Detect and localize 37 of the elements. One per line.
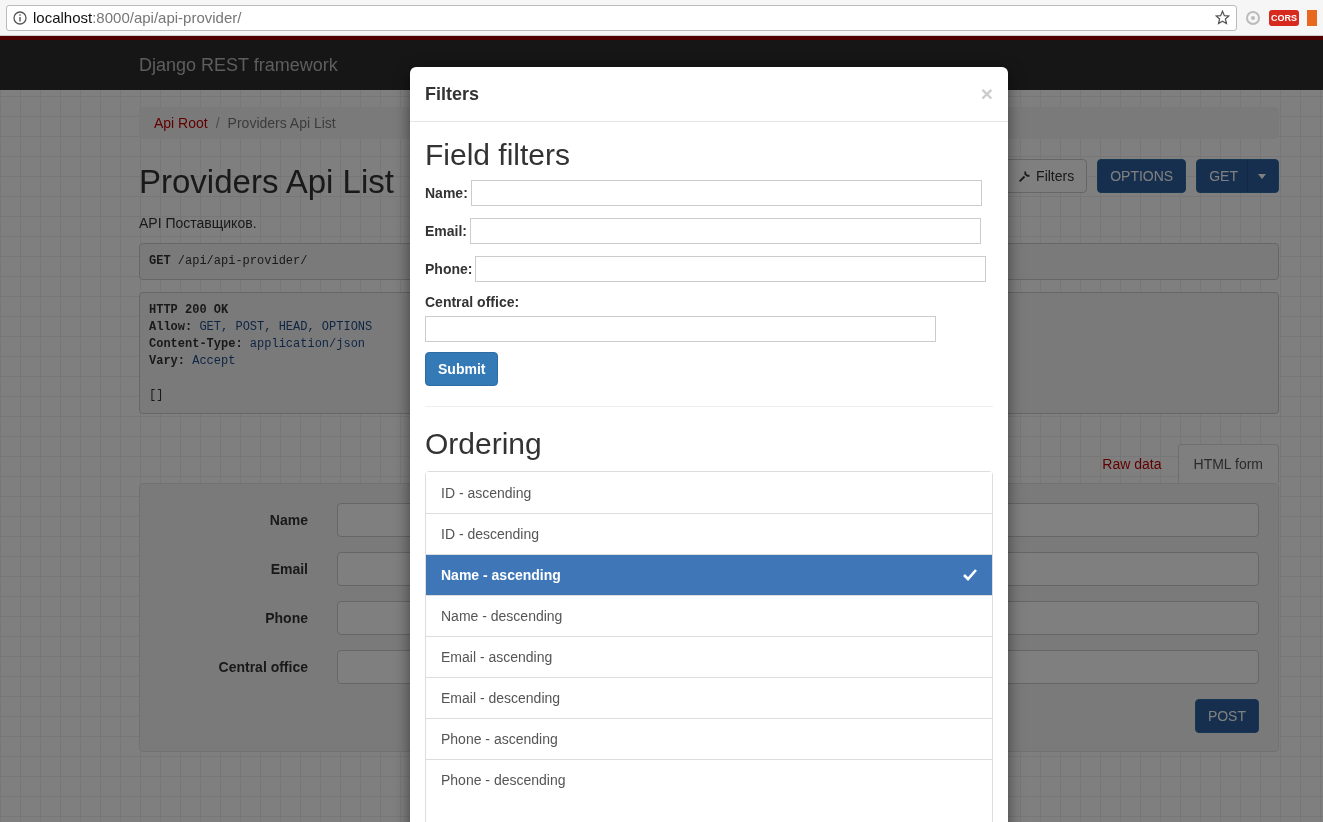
brand-title[interactable]: Django REST framework [139,54,338,76]
section-heading: Ordering [425,426,543,462]
wrench-icon [1018,169,1032,183]
field-label: Phone [264,610,309,626]
input-field[interactable] [475,256,987,282]
input-field[interactable] [470,180,982,206]
ordering-option[interactable]: Name - ascending [426,554,992,595]
input-field[interactable] [470,218,981,244]
field-label: Central office: [425,294,520,310]
section-heading: Field filters [425,137,572,173]
breadcrumb-link[interactable]: Providers Api List [227,115,336,131]
breadcrumb-separator: / [215,115,220,131]
info-icon [13,10,27,25]
description: API Поставщиков. [139,215,257,231]
form-tab[interactable]: Raw data [1086,444,1178,483]
field-label: Central office [217,659,309,675]
field-label: Email: [425,223,467,239]
options-button[interactable]: OPTIONS [1097,159,1187,193]
caret-icon [1258,173,1266,179]
submit-button[interactable]: Submit [425,352,499,386]
filters-button[interactable]: Filters [1005,159,1088,193]
field-label: Name [268,512,309,528]
star-icon[interactable] [1215,10,1230,25]
dialog-title: Filters [425,83,480,105]
get-button[interactable]: GET [1196,159,1279,193]
post-button[interactable]: POST [1194,699,1259,733]
field-label: Name: [425,185,468,201]
extension-icon[interactable]: CORS [1269,9,1299,26]
address-bar[interactable]: localhost:8000/api/api-provider/ [6,4,1237,31]
url-text: localhost:8000/api/api-provider/ [33,9,242,26]
check-icon [963,569,977,581]
field-label: Email [269,561,309,577]
field-label: Phone: [425,261,473,277]
page-title: Providers Api List [139,162,394,202]
input-field[interactable] [425,316,936,342]
breadcrumb-link[interactable]: Api Root [154,115,208,131]
form-tab[interactable]: HTML form [1177,444,1279,483]
